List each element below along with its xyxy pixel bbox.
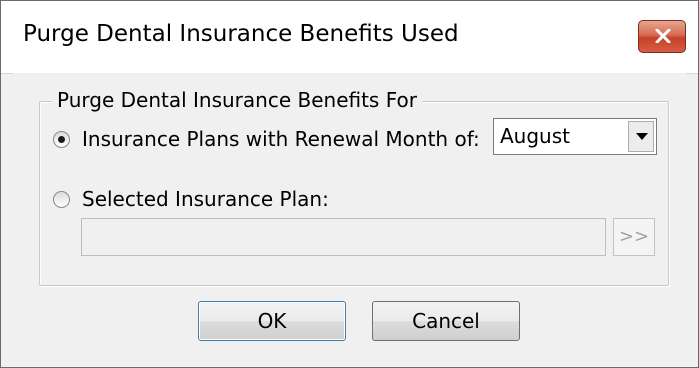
- renewal-month-radio[interactable]: [53, 130, 70, 148]
- close-button[interactable]: [638, 20, 686, 53]
- selected-plan-label: Selected Insurance Plan:: [82, 187, 329, 211]
- renewal-month-option[interactable]: Insurance Plans with Renewal Month of:: [53, 127, 480, 151]
- dialog-body: Purge Dental Insurance Benefits For Insu…: [13, 73, 686, 367]
- chevron-down-icon[interactable]: [628, 121, 654, 152]
- cancel-button[interactable]: Cancel: [372, 301, 520, 341]
- ok-button[interactable]: OK: [198, 301, 346, 341]
- group-legend: Purge Dental Insurance Benefits For: [52, 88, 422, 112]
- browse-plan-button[interactable]: >>: [613, 218, 655, 256]
- selected-plan-field[interactable]: [81, 218, 606, 256]
- renewal-month-value: August: [500, 124, 570, 148]
- purge-dialog: Purge Dental Insurance Benefits Used Pur…: [0, 0, 699, 368]
- close-icon: [655, 29, 671, 43]
- selected-plan-option[interactable]: Selected Insurance Plan:: [53, 187, 329, 211]
- renewal-month-select[interactable]: August: [493, 118, 657, 155]
- renewal-month-label: Insurance Plans with Renewal Month of:: [82, 127, 480, 151]
- window-title: Purge Dental Insurance Benefits Used: [23, 21, 459, 47]
- selected-plan-radio[interactable]: [53, 190, 70, 208]
- title-bar: Purge Dental Insurance Benefits Used: [1, 1, 698, 74]
